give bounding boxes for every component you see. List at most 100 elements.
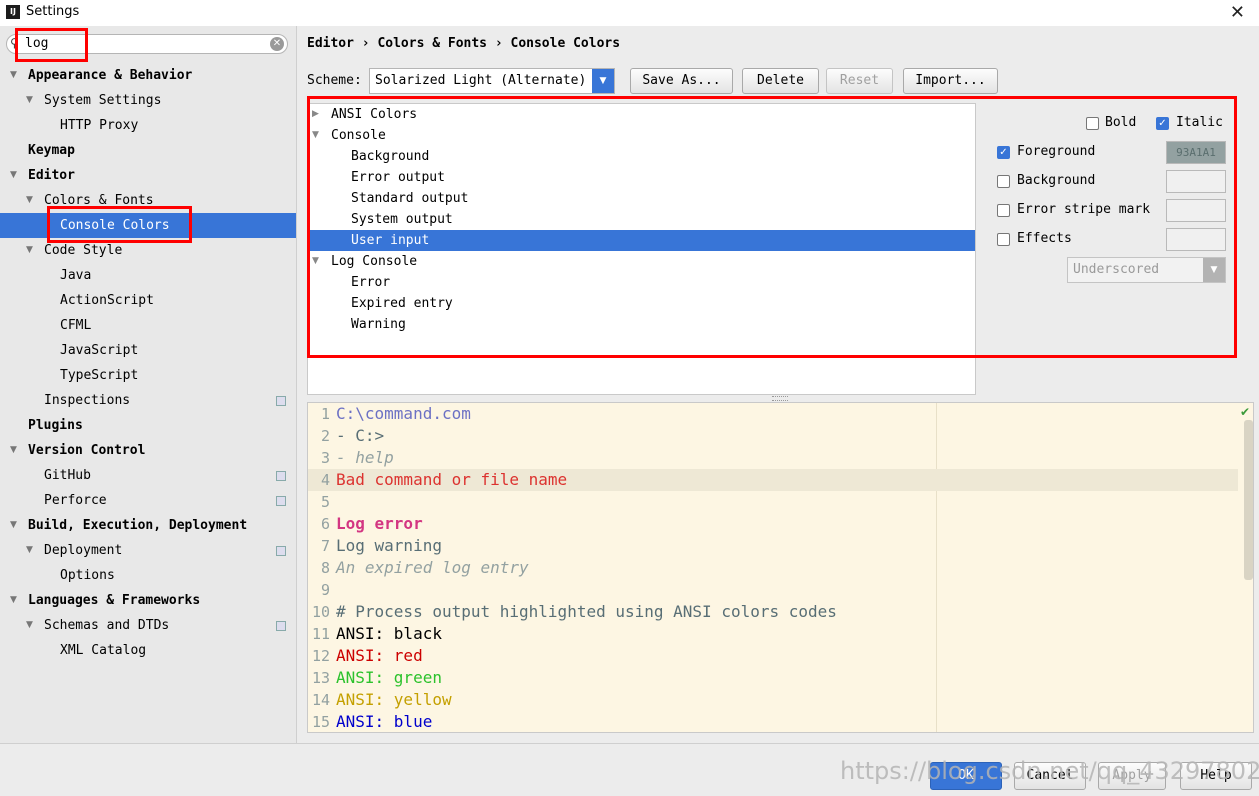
help-button[interactable]: Help [1180, 762, 1252, 790]
bold-checkbox[interactable] [1086, 117, 1099, 130]
import-button[interactable]: Import... [903, 68, 998, 94]
expand-arrow-icon[interactable]: ▼ [10, 63, 17, 88]
sidebar-item[interactable]: HTTP Proxy [0, 113, 296, 138]
expand-arrow-icon[interactable]: ▼ [10, 513, 17, 538]
sidebar-item-label: Perforce [44, 493, 107, 508]
line-number: 6 [320, 515, 330, 533]
error-stripe-checkbox[interactable] [997, 204, 1010, 217]
sidebar-item[interactable]: Plugins [0, 413, 296, 438]
scheme-dropdown[interactable]: Solarized Light (Alternate) ▼ [369, 68, 615, 94]
preview-scrollbar[interactable] [1244, 420, 1253, 580]
sidebar-item[interactable]: ▼ Schemas and DTDs [0, 613, 296, 638]
search-input[interactable] [25, 36, 265, 51]
sidebar-item[interactable]: Java [0, 263, 296, 288]
preview-line: 10 # Process output highlighted using ANS… [308, 601, 1238, 623]
expand-arrow-icon[interactable]: ▼ [10, 588, 17, 613]
color-element-item[interactable]: Error [308, 272, 975, 293]
chevron-down-icon[interactable]: ▼ [592, 69, 614, 93]
color-element-label: Console [331, 128, 386, 143]
color-elements-list[interactable]: ▶ ANSI Colors ▼ Console Background Error outp… [307, 103, 976, 395]
delete-button[interactable]: Delete [742, 68, 819, 94]
preview-line: 1 C:\command.com [308, 403, 1238, 425]
color-element-label: Expired entry [351, 296, 453, 311]
sidebar-item[interactable]: Inspections [0, 388, 296, 413]
color-element-item[interactable]: Error output [308, 167, 975, 188]
line-number: 14 [311, 691, 330, 709]
console-preview[interactable]: 1 C:\command.com 2 - C:> 3 - help 4 Bad command… [307, 402, 1254, 733]
preview-line: 12 ANSI: red [308, 645, 1238, 667]
foreground-checkbox[interactable]: ✓ [997, 146, 1010, 159]
effects-color-swatch[interactable] [1166, 228, 1226, 251]
background-label: Background [1017, 173, 1096, 188]
sidebar-item[interactable]: Console Colors [0, 213, 296, 238]
color-element-label: Background [351, 149, 430, 164]
preview-line: 14 ANSI: yellow [308, 689, 1238, 711]
sidebar-item[interactable]: CFML [0, 313, 296, 338]
color-element-item[interactable]: User input [308, 230, 975, 251]
preview-text: # Process output highlighted using ANSI … [336, 602, 837, 621]
reset-button[interactable]: Reset [826, 68, 893, 94]
expand-arrow-icon[interactable]: ▼ [26, 188, 33, 213]
color-element-item[interactable]: Warning [308, 314, 975, 335]
preview-text: ANSI: blue [336, 712, 433, 731]
close-icon[interactable]: ✕ [1230, 2, 1245, 23]
sidebar-item-label: Editor [28, 168, 75, 183]
sidebar-item[interactable]: XML Catalog [0, 638, 296, 663]
line-number: 2 [320, 427, 330, 445]
error-stripe-color-swatch[interactable] [1166, 199, 1226, 222]
expand-arrow-icon[interactable]: ▼ [26, 613, 33, 638]
color-element-item[interactable]: ▶ ANSI Colors [308, 104, 975, 125]
chevron-down-icon[interactable]: ▼ [1203, 258, 1225, 282]
color-element-item[interactable]: ▼ Log Console [308, 251, 975, 272]
sidebar-item[interactable]: ▼ Colors & Fonts [0, 188, 296, 213]
sidebar-item[interactable]: ▼ Languages & Frameworks [0, 588, 296, 613]
expand-arrow-icon[interactable]: ▼ [10, 163, 17, 188]
error-stripe-label: Error stripe mark [1017, 202, 1151, 217]
sidebar-item-label: Version Control [28, 443, 146, 458]
sidebar-item[interactable]: JavaScript [0, 338, 296, 363]
sidebar-item[interactable]: ▼ Appearance & Behavior [0, 63, 296, 88]
effects-type-dropdown[interactable]: Underscored ▼ [1067, 257, 1226, 283]
sidebar-item[interactable]: ▼ Version Control [0, 438, 296, 463]
color-element-item[interactable]: Expired entry [308, 293, 975, 314]
sidebar-item[interactable]: ▼ Editor [0, 163, 296, 188]
clear-search-icon[interactable]: ✕ [270, 37, 284, 51]
splitter-handle[interactable] [772, 396, 788, 401]
collapse-arrow-icon[interactable]: ▼ [312, 125, 319, 146]
preview-line: 13 ANSI: green [308, 667, 1238, 689]
sidebar-item[interactable]: Options [0, 563, 296, 588]
cancel-button[interactable]: Cancel [1014, 762, 1086, 790]
sidebar-item[interactable]: Keymap [0, 138, 296, 163]
italic-checkbox[interactable]: ✓ [1156, 117, 1169, 130]
ok-button[interactable]: OK [930, 762, 1002, 790]
sidebar-item[interactable]: ▼ Code Style [0, 238, 296, 263]
expand-arrow-icon[interactable]: ▼ [26, 88, 33, 113]
color-element-item[interactable]: System output [308, 209, 975, 230]
sidebar-item-label: System Settings [44, 93, 162, 108]
apply-button[interactable]: Apply [1098, 762, 1166, 790]
color-element-item[interactable]: Background [308, 146, 975, 167]
sidebar-item[interactable]: ActionScript [0, 288, 296, 313]
save-as-button[interactable]: Save As... [630, 68, 733, 94]
sidebar-item[interactable]: Perforce [0, 488, 296, 513]
sidebar-item-label: Options [60, 568, 115, 583]
color-element-item[interactable]: ▼ Console [308, 125, 975, 146]
expand-arrow-icon[interactable]: ▼ [26, 538, 33, 563]
background-color-swatch[interactable] [1166, 170, 1226, 193]
preview-line: 3 - help [308, 447, 1238, 469]
collapse-arrow-icon[interactable]: ▼ [312, 251, 319, 272]
project-scope-icon [276, 496, 286, 506]
background-checkbox[interactable] [997, 175, 1010, 188]
sidebar-item[interactable]: ▼ Build, Execution, Deployment [0, 513, 296, 538]
color-element-item[interactable]: Standard output [308, 188, 975, 209]
foreground-color-swatch[interactable]: 93A1A1 [1166, 141, 1226, 164]
sidebar-item[interactable]: ▼ System Settings [0, 88, 296, 113]
sidebar-item[interactable]: ▼ Deployment [0, 538, 296, 563]
expand-arrow-icon[interactable]: ▼ [26, 238, 33, 263]
effects-checkbox[interactable] [997, 233, 1010, 246]
sidebar-item[interactable]: TypeScript [0, 363, 296, 388]
expand-arrow-icon[interactable]: ▼ [10, 438, 17, 463]
expand-arrow-icon[interactable]: ▶ [312, 104, 319, 125]
sidebar-item[interactable]: GitHub [0, 463, 296, 488]
search-field[interactable]: ⚲ ✕ [6, 34, 288, 54]
